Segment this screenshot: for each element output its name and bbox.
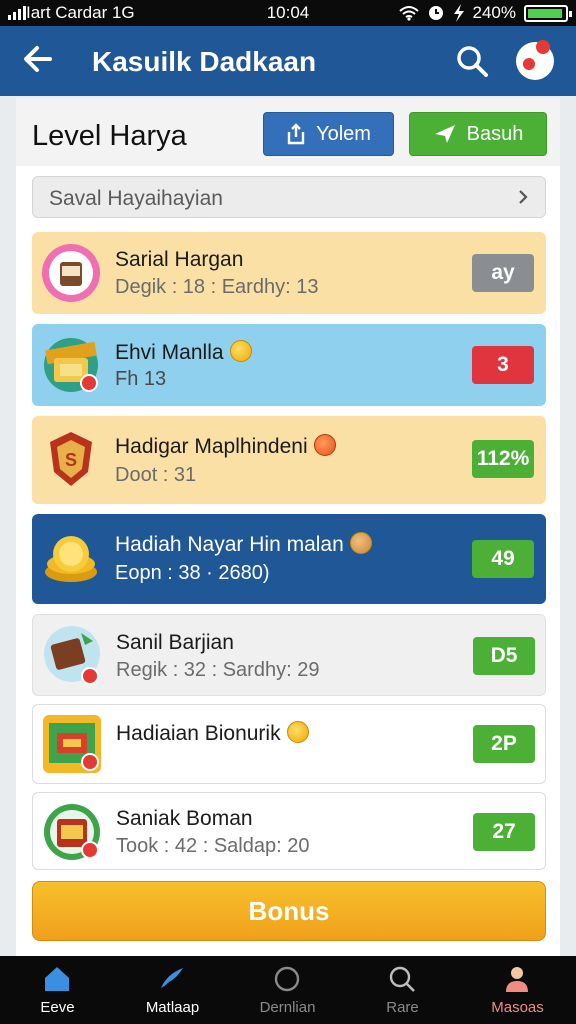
item-badge[interactable]: 112%: [472, 440, 534, 478]
cookie-icon: [349, 532, 372, 554]
item-name: Saniak Boman: [116, 807, 253, 830]
list-item[interactable]: Hadiah Nayar Hin malan Eopn : 38 · 2680)…: [32, 514, 546, 604]
item-badge[interactable]: 27: [473, 813, 535, 851]
send-icon: [434, 125, 455, 143]
gem-icon: [313, 434, 336, 456]
tab-label: Masoas: [491, 999, 544, 1016]
level-panel: Level Harya Yolem Basuh Saval Hayaihayia…: [16, 98, 560, 956]
search-input[interactable]: Saval Hayaihayian: [32, 176, 546, 218]
secondary-button-label: Basuh: [466, 122, 524, 145]
bird-icon: [161, 968, 183, 988]
profile-avatar[interactable]: [516, 40, 554, 80]
tab-masoas[interactable]: Masoas: [460, 956, 575, 1024]
cup-icon: [42, 244, 100, 302]
tab-rare[interactable]: Rare: [345, 956, 460, 1024]
bottom-tab-bar: Eeve Matlaap Dernlian Rare Masoas: [0, 956, 576, 1024]
list-item[interactable]: Sarial Hargan Degik : 18 : Eardhy: 13 ay: [32, 232, 546, 314]
home-icon: [45, 967, 69, 991]
bonus-button[interactable]: Bonus: [32, 881, 546, 941]
item-detail: Doot : 31: [115, 464, 197, 486]
item-name: Sarial Hargan: [115, 248, 244, 271]
circle-icon: [274, 966, 300, 992]
item-detail: Took : 42 : Saldap: 20: [116, 835, 310, 857]
svg-text:S: S: [65, 450, 77, 470]
shield-icon: S: [50, 432, 92, 486]
item-name: Sanil Barjian: [116, 631, 234, 654]
back-arrow-icon[interactable]: [20, 41, 56, 77]
item-badge[interactable]: ay: [472, 254, 534, 292]
battery-percent: 240%: [472, 3, 516, 22]
coins-icon: [45, 536, 97, 582]
app-title: Kasuilk Dadkaan: [92, 46, 317, 77]
item-detail: Regik : 32 : Sardhy: 29: [116, 659, 320, 681]
app-bar: Kasuilk Dadkaan: [0, 26, 576, 96]
item-name: Hadigar Maplhindeni: [115, 434, 336, 459]
coin-icon: [229, 340, 252, 362]
item-name: Ehvi Manlla: [115, 340, 252, 365]
battery-icon: [524, 4, 572, 22]
list-item[interactable]: Hadiaian Bionurik 2P: [32, 704, 546, 784]
wifi-icon: [398, 6, 419, 21]
status-bar: Iart Cardar 1G 10:04 240%: [0, 0, 576, 26]
alert-dot-icon: [80, 374, 98, 392]
panel-heading: Level Harya: [32, 120, 187, 152]
tab-label: Dernlian: [259, 999, 316, 1016]
alarm-icon: [428, 6, 443, 20]
alert-dot-icon: [81, 667, 99, 685]
item-badge[interactable]: D5: [473, 637, 535, 675]
item-badge[interactable]: 2P: [473, 725, 535, 763]
item-detail: Eopn : 38 · 2680): [115, 562, 270, 584]
person-icon: [506, 967, 528, 992]
item-badge[interactable]: 3: [472, 346, 534, 384]
panel-header: Level Harya Yolem Basuh: [16, 98, 560, 166]
alert-dot-icon: [81, 753, 99, 771]
list-item[interactable]: Saniak Boman Took : 42 : Saldap: 20 27: [32, 792, 546, 870]
alert-dot-icon: [81, 841, 99, 859]
item-detail: Fh 13: [115, 368, 167, 390]
primary-button-label: Yolem: [316, 122, 371, 145]
tab-label: Eeve: [40, 999, 75, 1016]
share-icon: [287, 123, 305, 145]
coin-icon: [286, 721, 309, 743]
tab-label: Rare: [386, 999, 419, 1016]
list-item[interactable]: S Hadigar Maplhindeni Doot : 31 112%: [32, 416, 546, 504]
list-item[interactable]: Ehvi Manlla Fh 13 3: [32, 324, 546, 406]
chevron-right-icon: [519, 190, 528, 204]
tab-label: Matlaap: [145, 999, 200, 1016]
primary-button[interactable]: Yolem: [263, 112, 394, 156]
item-name: Hadiaian Bionurik: [116, 721, 309, 746]
item-name: Hadiah Nayar Hin malan: [115, 532, 372, 557]
search-placeholder: Saval Hayaihayian: [49, 187, 223, 210]
tab-dernlian[interactable]: Dernlian: [230, 956, 345, 1024]
tab-home[interactable]: Eeve: [0, 956, 115, 1024]
item-detail: Degik : 18 : Eardhy: 13: [115, 276, 319, 298]
tab-matlaap[interactable]: Matlaap: [115, 956, 230, 1024]
list-item[interactable]: Sanil Barjian Regik : 32 : Sardhy: 29 D5: [32, 614, 546, 696]
search-icon[interactable]: [454, 43, 490, 79]
charging-icon: [453, 4, 464, 22]
item-badge[interactable]: 49: [472, 540, 534, 578]
search-icon: [389, 966, 415, 992]
secondary-button[interactable]: Basuh: [409, 112, 547, 156]
